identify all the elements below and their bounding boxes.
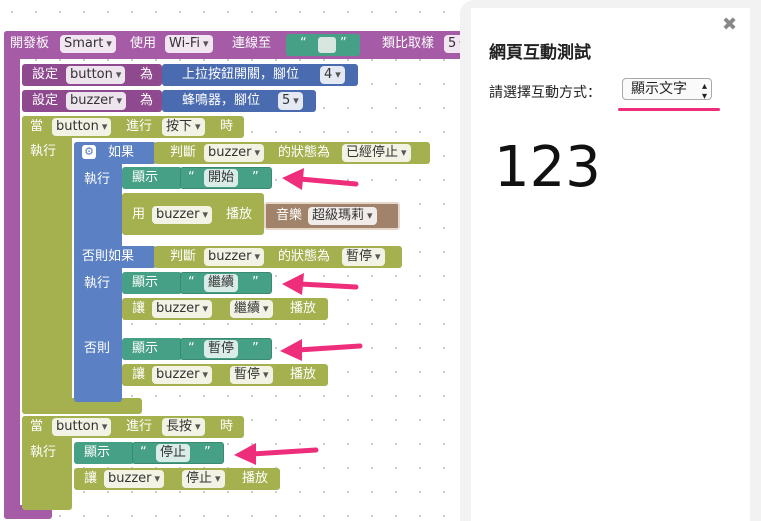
ev2-act: 進行 bbox=[126, 419, 153, 434]
board-body-rail bbox=[4, 31, 20, 519]
let-stop-obj-select[interactable]: buzzer bbox=[104, 470, 165, 488]
if-state: 的狀態為 bbox=[278, 145, 331, 160]
use-label: 使用 bbox=[130, 36, 157, 51]
ev2-exec: 執行 bbox=[30, 445, 57, 460]
pin5-select[interactable]: 5 bbox=[278, 92, 303, 110]
elseif-label: 否則如果 bbox=[82, 249, 135, 264]
let-stop-play: 播放 bbox=[242, 471, 269, 486]
let-cont-action-select[interactable]: 繼續 bbox=[230, 300, 273, 318]
dialog-title: 網頁互動測試 bbox=[489, 43, 591, 63]
show-pause-label: 顯示 bbox=[132, 341, 159, 356]
updown-icon: ▴ ▾ bbox=[701, 81, 707, 102]
music-select[interactable]: 超級瑪莉 bbox=[308, 207, 377, 225]
ev1-act: 進行 bbox=[126, 119, 153, 134]
quote-open: “ bbox=[188, 275, 195, 290]
stop-string-field[interactable]: 停止 bbox=[156, 444, 191, 462]
ev1-time: 時 bbox=[220, 119, 234, 134]
ev2-when: 當 bbox=[30, 419, 44, 434]
mode-select-value: 顯示文字 bbox=[631, 81, 687, 97]
pullup-label: 上拉按鈕開關，腳位 bbox=[182, 67, 300, 82]
ev1-obj-select[interactable]: button bbox=[52, 118, 112, 136]
board-select[interactable]: Smart bbox=[60, 35, 116, 53]
elseif-obj-select[interactable]: buzzer bbox=[204, 248, 265, 266]
if-judge: 判斷 bbox=[170, 145, 197, 160]
quote-open: “ bbox=[300, 36, 307, 51]
play-word: 播放 bbox=[226, 207, 253, 222]
ev1-event-select[interactable]: 按下 bbox=[162, 118, 205, 136]
play-use: 用 bbox=[132, 207, 146, 222]
else-label: 否則 bbox=[84, 341, 111, 356]
gear-icon[interactable]: ⚙ bbox=[82, 145, 96, 159]
ev2-event-select[interactable]: 長按 bbox=[162, 418, 205, 436]
board-prefix: 開發板 bbox=[10, 36, 50, 51]
quote-close: ” bbox=[204, 445, 211, 460]
set1-label: 設定 bbox=[32, 67, 59, 82]
if-val-select[interactable]: 已經停止 bbox=[342, 144, 411, 162]
let-pause-label: 讓 bbox=[132, 367, 146, 382]
quote-open: “ bbox=[188, 170, 195, 185]
start-string-field[interactable]: 開始 bbox=[204, 169, 239, 187]
let-cont-obj-select[interactable]: buzzer bbox=[152, 300, 213, 318]
show-start-label: 顯示 bbox=[132, 170, 159, 185]
buzzer-pin-label: 蜂鳴器，腳位 bbox=[182, 93, 261, 108]
show-cont-label: 顯示 bbox=[132, 275, 159, 290]
network-select[interactable]: Wi-Fi bbox=[165, 35, 213, 53]
mode-underline bbox=[618, 108, 720, 111]
ev2-obj-select[interactable]: button bbox=[52, 418, 112, 436]
analog-label: 類比取樣 bbox=[382, 36, 435, 51]
let-cont-label: 讓 bbox=[132, 301, 146, 316]
if-obj-select[interactable]: buzzer bbox=[204, 144, 265, 162]
elseif-val-select[interactable]: 暫停 bbox=[342, 248, 385, 266]
show-stop-label: 顯示 bbox=[84, 445, 111, 460]
if-label: 如果 bbox=[108, 145, 135, 160]
let-stop-label: 讓 bbox=[84, 471, 98, 486]
quote-close: ” bbox=[252, 341, 259, 356]
close-icon[interactable]: ✖ bbox=[722, 14, 737, 35]
pin4-select[interactable]: 4 bbox=[320, 66, 345, 84]
quote-close: ” bbox=[252, 275, 259, 290]
quote-close: ” bbox=[252, 170, 259, 185]
set2-eq: 為 bbox=[140, 93, 154, 108]
elseif-exec: 執行 bbox=[84, 276, 111, 291]
set2-label: 設定 bbox=[32, 93, 59, 108]
if-exec: 執行 bbox=[84, 172, 111, 187]
ev1-exec: 執行 bbox=[30, 144, 57, 159]
output-text: 123 bbox=[494, 135, 601, 200]
let-stop-action-select[interactable]: 停止 bbox=[182, 470, 225, 488]
set1-var-select[interactable]: button bbox=[66, 66, 126, 84]
ev1-when: 當 bbox=[30, 119, 44, 134]
let-cont-play: 播放 bbox=[290, 301, 317, 316]
prompt-label: 請選擇互動方式： bbox=[489, 85, 601, 101]
connect-label: 連線至 bbox=[232, 36, 272, 51]
elseif-state: 的狀態為 bbox=[278, 249, 331, 264]
cont-string-field[interactable]: 繼續 bbox=[204, 274, 239, 292]
quote-open: “ bbox=[140, 445, 147, 460]
set1-eq: 為 bbox=[140, 67, 154, 82]
device-id-field[interactable] bbox=[318, 37, 336, 53]
mode-select[interactable]: 顯示文字 ▴ ▾ bbox=[622, 78, 712, 102]
let-pause-obj-select[interactable]: buzzer bbox=[152, 366, 213, 384]
ev2-time: 時 bbox=[220, 419, 234, 434]
let-pause-play: 播放 bbox=[290, 367, 317, 382]
elseif-judge: 判斷 bbox=[170, 249, 197, 264]
let-pause-action-select[interactable]: 暫停 bbox=[230, 366, 273, 384]
pause-string-field[interactable]: 暫停 bbox=[204, 340, 239, 358]
quote-close: ” bbox=[340, 36, 347, 51]
music-label: 音樂 bbox=[276, 208, 303, 223]
play-obj-select[interactable]: buzzer bbox=[152, 206, 213, 224]
set2-var-select[interactable]: buzzer bbox=[66, 92, 127, 110]
quote-open: “ bbox=[188, 341, 195, 356]
